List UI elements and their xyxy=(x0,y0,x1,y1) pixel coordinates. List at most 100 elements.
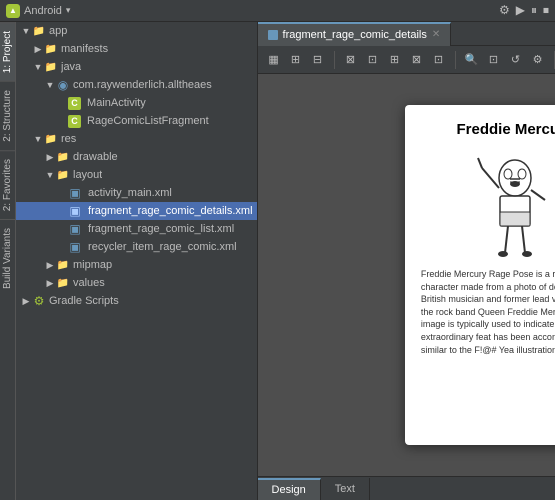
tree-arrow-app: ▼ xyxy=(20,26,32,36)
tree-item-mipmap[interactable]: ▶ 📁 mipmap xyxy=(16,256,257,274)
package-icon: ◉ xyxy=(56,78,70,92)
toolbar-render-btn3[interactable]: ⊞ xyxy=(385,51,405,69)
tree-item-mainactivity[interactable]: C MainActivity xyxy=(16,94,257,112)
title-bar-icons: ⚙ ▶ ⏸ ⏹ xyxy=(499,3,549,18)
tree-item-recycler[interactable]: ▣ recycler_item_rage_comic.xml xyxy=(16,238,257,256)
folder-icon-java: 📁 xyxy=(44,60,58,74)
tree-item-fragment-list[interactable]: ▣ fragment_rage_comic_list.xml xyxy=(16,220,257,238)
tree-arrow-gradle: ▶ xyxy=(20,296,32,307)
xml-icon-recycler: ▣ xyxy=(68,240,82,254)
run-icon[interactable]: ▶ xyxy=(516,3,525,18)
tab-file-icon xyxy=(268,30,278,40)
tree-item-app[interactable]: ▼ 📁 app xyxy=(16,22,257,40)
tree-item-layout[interactable]: ▼ 📁 layout xyxy=(16,166,257,184)
toolbar-extra-btn[interactable]: ⚙ xyxy=(528,51,548,69)
platform-label[interactable]: Android xyxy=(24,5,62,17)
tree-item-manifests[interactable]: ▶ 📁 manifests xyxy=(16,40,257,58)
folder-icon-manifests: 📁 xyxy=(44,42,58,56)
toolbar-render-btn4[interactable]: ⊠ xyxy=(407,51,427,69)
editor-toolbar: ▦ ⊞ ⊟ ⊠ ⊡ ⊞ ⊠ ⊡ 🔍 ⊡ ↺ ⚙ Nexus 4▾ A xyxy=(258,46,555,74)
folder-icon-res: 📁 xyxy=(44,132,58,146)
toolbar-zoom-section: 🔍 ⊡ ↺ ⚙ xyxy=(462,51,555,69)
tree-arrow-mipmap: ▶ xyxy=(44,260,56,271)
tree-arrow-layout: ▼ xyxy=(44,170,56,180)
tree-arrow-res: ▼ xyxy=(32,134,44,144)
project-side-tab[interactable]: 1: Project xyxy=(0,22,15,81)
tree-label-values: values xyxy=(73,277,105,289)
tree-item-java[interactable]: ▼ 📁 java xyxy=(16,58,257,76)
favorites-side-tab[interactable]: 2: Favorites xyxy=(0,150,15,219)
tree-item-fragment-details[interactable]: ▣ fragment_rage_comic_details.xml xyxy=(16,202,257,220)
zoom-fit-btn[interactable]: ⊡ xyxy=(484,51,504,69)
tree-arrow-drawable: ▶ xyxy=(44,152,56,163)
editor-area: fragment_rage_comic_details ✕ ▦ ⊞ ⊟ ⊠ ⊡ … xyxy=(258,22,555,500)
tree-label-manifests: manifests xyxy=(61,43,108,55)
title-bar: ▲ Android ▾ ⚙ ▶ ⏸ ⏹ xyxy=(0,0,555,22)
toolbar-render-btn2[interactable]: ⊡ xyxy=(363,51,383,69)
tree-item-ragefragment[interactable]: C RageComicListFragment xyxy=(16,112,257,130)
activity-icon-main: C xyxy=(68,97,81,110)
tree-label-fragment-details: fragment_rage_comic_details.xml xyxy=(85,205,253,217)
text-tab-label: Text xyxy=(335,483,355,495)
phone-frame: Freddie Mercury xyxy=(405,105,555,445)
tree-arrow-java: ▼ xyxy=(32,62,44,72)
text-tab[interactable]: Text xyxy=(321,478,370,500)
layout-preview: Freddie Mercury xyxy=(258,74,555,476)
editor-bottom-tabs: Design Text xyxy=(258,476,555,500)
tree-arrow-values: ▶ xyxy=(44,278,56,289)
folder-icon-app: 📁 xyxy=(32,24,46,38)
design-tab[interactable]: Design xyxy=(258,478,321,500)
folder-icon-layout: 📁 xyxy=(56,168,70,182)
toolbar-layout-btn1[interactable]: ▦ xyxy=(264,51,284,69)
tree-label-mainactivity: MainActivity xyxy=(84,97,146,109)
folder-icon-mipmap: 📁 xyxy=(56,258,70,272)
file-tab-details[interactable]: fragment_rage_comic_details ✕ xyxy=(258,22,452,46)
platform-dropdown[interactable]: ▾ xyxy=(66,5,71,16)
toolbar-layout-section: ▦ ⊞ ⊟ xyxy=(264,51,335,69)
tree-label-mipmap: mipmap xyxy=(73,259,112,271)
structure-side-tab[interactable]: 2: Structure xyxy=(0,81,15,150)
file-tree: ▼ 📁 app ▶ 📁 manifests ▼ 📁 java ▼ xyxy=(16,22,257,500)
folder-icon-drawable: 📁 xyxy=(56,150,70,164)
toolbar-render-section: ⊠ ⊡ ⊞ ⊠ ⊡ xyxy=(341,51,456,69)
tab-label-details: fragment_rage_comic_details xyxy=(283,29,427,41)
main-area: 1: Project 2: Structure 2: Favorites Bui… xyxy=(0,22,555,500)
tree-label-gradle: Gradle Scripts xyxy=(49,295,119,307)
tree-label-activity-main: activity_main.xml xyxy=(85,187,172,199)
stop-icon[interactable]: ⏹ xyxy=(543,3,549,18)
xml-icon-fragment-details: ▣ xyxy=(68,204,82,218)
tree-label-java: java xyxy=(61,61,81,73)
toolbar-render-btn5[interactable]: ⊡ xyxy=(429,51,449,69)
toolbar-layout-btn2[interactable]: ⊞ xyxy=(286,51,306,69)
tree-arrow-package: ▼ xyxy=(44,80,56,90)
file-tab-bar: fragment_rage_comic_details ✕ xyxy=(258,22,555,46)
tree-item-activity-main[interactable]: ▣ activity_main.xml xyxy=(16,184,257,202)
design-tab-label: Design xyxy=(272,484,306,496)
side-tabs-left: 1: Project 2: Structure 2: Favorites Bui… xyxy=(0,22,16,500)
tree-label-app: app xyxy=(49,25,67,37)
tree-item-package[interactable]: ▼ ◉ com.raywenderlich.alltheaes xyxy=(16,76,257,94)
toolbar-layout-btn3[interactable]: ⊟ xyxy=(308,51,328,69)
tab-close-icon[interactable]: ✕ xyxy=(432,29,440,40)
tree-item-res[interactable]: ▼ 📁 res xyxy=(16,130,257,148)
zoom-out-btn[interactable]: 🔍 xyxy=(462,51,482,69)
toolbar-render-btn1[interactable]: ⊠ xyxy=(341,51,361,69)
android-logo: ▲ xyxy=(6,4,20,18)
tree-label-ragefragment: RageComicListFragment xyxy=(84,115,209,127)
tree-label-res: res xyxy=(61,133,76,145)
tree-label-drawable: drawable xyxy=(73,151,118,163)
settings-icon[interactable]: ⚙ xyxy=(499,3,510,18)
toolbar-refresh-btn[interactable]: ↺ xyxy=(506,51,526,69)
tree-arrow-manifests: ▶ xyxy=(32,44,44,55)
tree-item-values[interactable]: ▶ 📁 values xyxy=(16,274,257,292)
build-variants-side-tab[interactable]: Build Variants xyxy=(0,219,15,297)
tree-label-recycler: recycler_item_rage_comic.xml xyxy=(85,241,237,253)
activity-icon-rage: C xyxy=(68,115,81,128)
title-bar-left: ▲ Android ▾ xyxy=(6,4,70,18)
folder-icon-values: 📁 xyxy=(56,276,70,290)
pause-icon[interactable]: ⏸ xyxy=(531,3,537,18)
tree-item-gradle[interactable]: ▶ ⚙ Gradle Scripts xyxy=(16,292,257,310)
tree-item-drawable[interactable]: ▶ 📁 drawable xyxy=(16,148,257,166)
xml-icon-fragment-list: ▣ xyxy=(68,222,82,236)
tree-label-layout: layout xyxy=(73,169,102,181)
